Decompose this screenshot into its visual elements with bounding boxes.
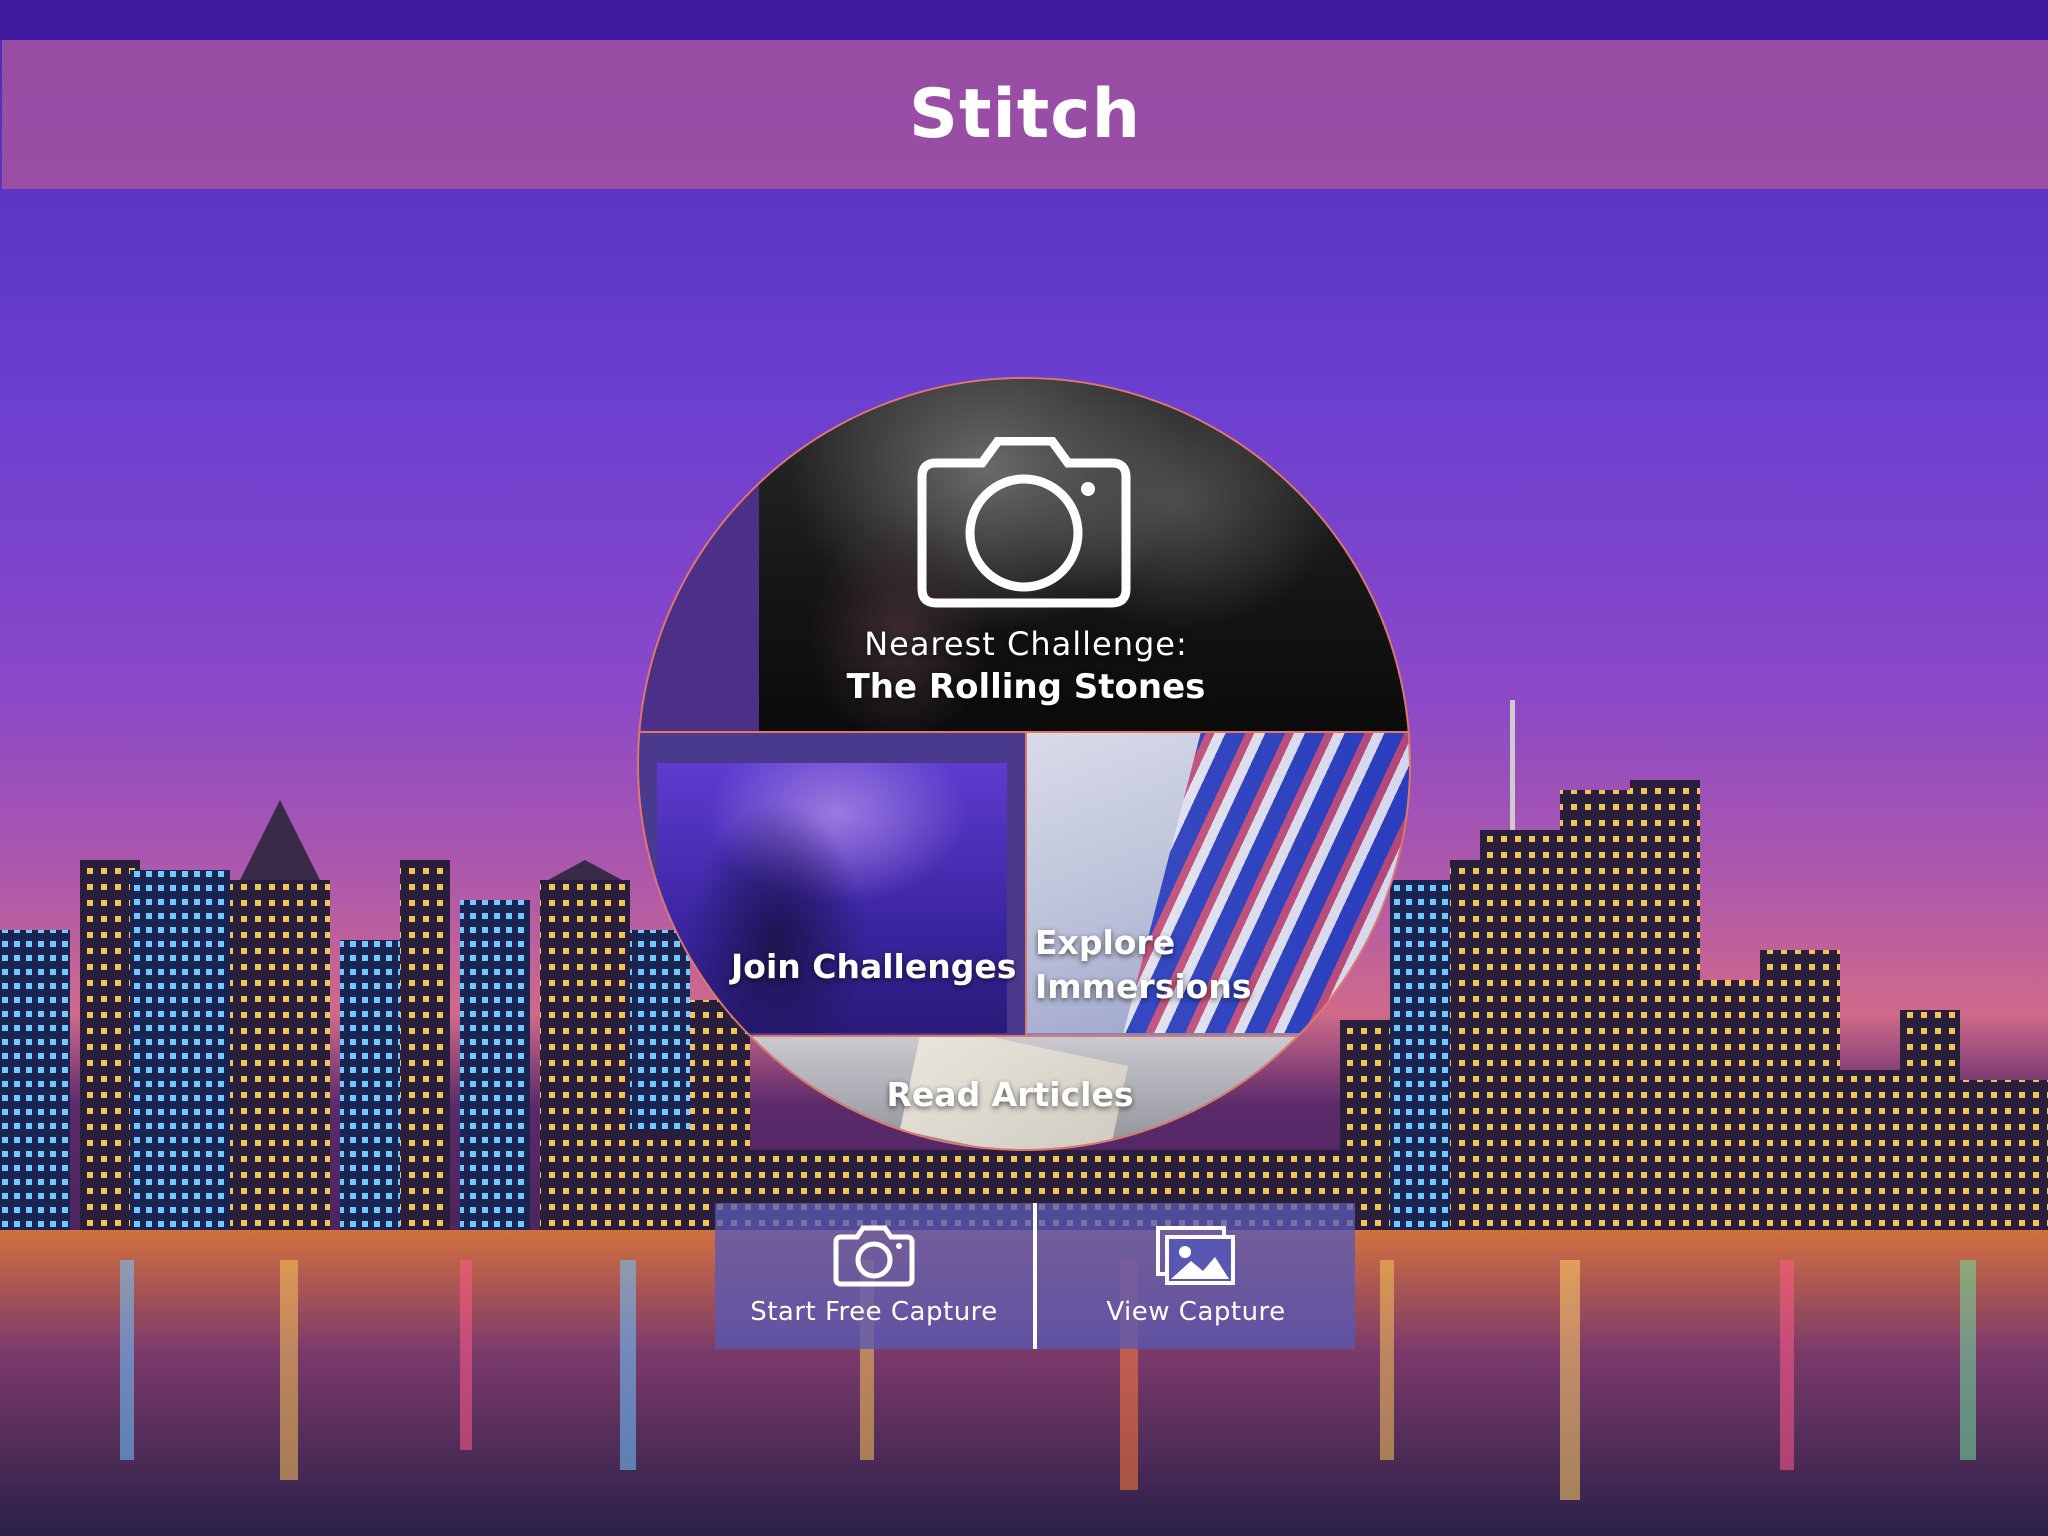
view-capture-label: View Capture bbox=[1106, 1297, 1286, 1327]
view-capture-button[interactable]: View Capture bbox=[1037, 1203, 1355, 1349]
join-challenges-label: Join Challenges bbox=[731, 947, 1017, 986]
explore-immersions-label: Explore Immersions bbox=[1035, 921, 1251, 1009]
explore-immersions-line2: Immersions bbox=[1035, 967, 1252, 1006]
nearest-challenge-text: Nearest Challenge: The Rolling Stones bbox=[639, 625, 1409, 707]
app-title: Stitch bbox=[908, 75, 1141, 154]
explore-immersions-line1: Explore bbox=[1035, 923, 1176, 962]
capture-actions-panel: Start Free Capture View Capture bbox=[715, 1203, 1355, 1349]
nearest-challenge-name: The Rolling Stones bbox=[846, 667, 1206, 707]
segment-divider bbox=[639, 1035, 1409, 1037]
read-articles-label: Read Articles bbox=[886, 1075, 1134, 1114]
nearest-challenge-tile[interactable]: Nearest Challenge: The Rolling Stones bbox=[639, 379, 1409, 731]
camera-icon bbox=[917, 437, 1131, 608]
nearest-challenge-label: Nearest Challenge: bbox=[864, 625, 1188, 663]
gallery-icon bbox=[1156, 1226, 1235, 1285]
status-bar bbox=[0, 0, 2048, 40]
start-free-capture-button[interactable]: Start Free Capture bbox=[715, 1203, 1033, 1349]
concert-crowd-photo bbox=[657, 763, 1007, 1033]
circle-menu: Nearest Challenge: The Rolling Stones Jo… bbox=[637, 377, 1411, 1151]
segment-divider bbox=[1025, 733, 1027, 1037]
start-free-capture-label: Start Free Capture bbox=[750, 1297, 998, 1327]
title-bar: Stitch bbox=[2, 40, 2048, 189]
camera-icon bbox=[833, 1225, 915, 1287]
